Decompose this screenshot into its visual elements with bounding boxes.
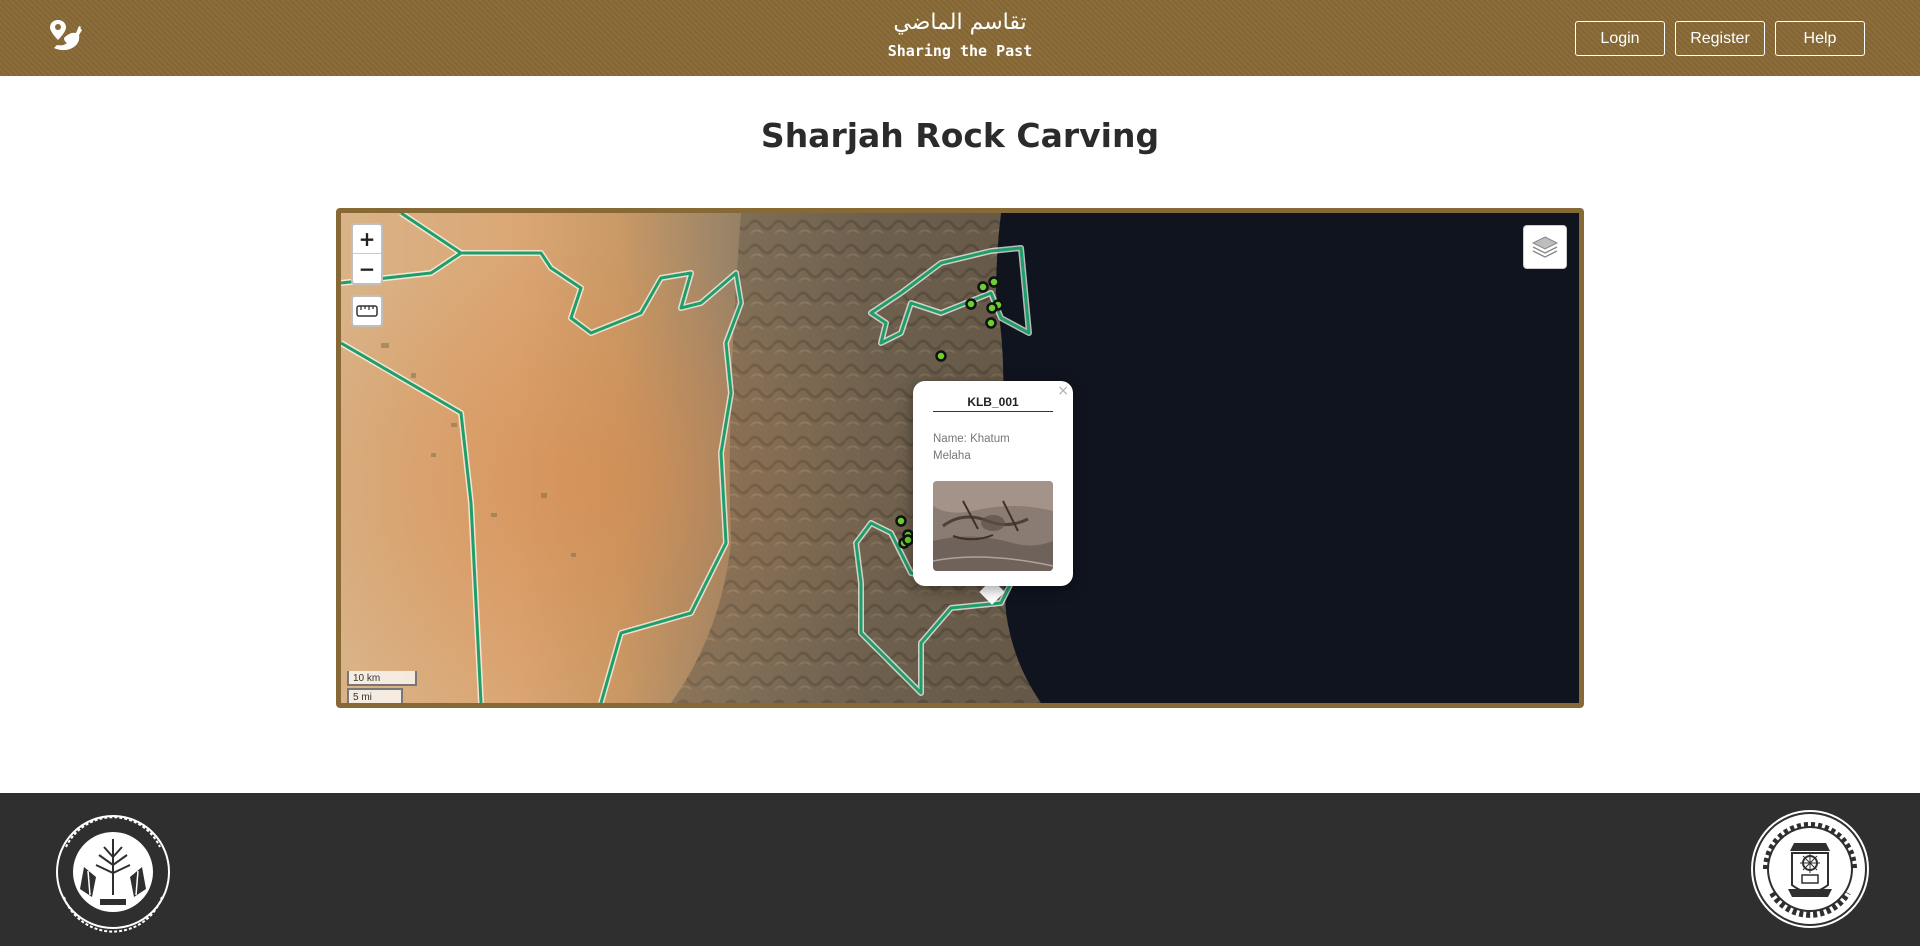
scale-bar-km: 10 km bbox=[347, 671, 417, 686]
map-container[interactable]: + − 10 km 5 mi × KLB_001 Name: Khatum Me… bbox=[336, 208, 1584, 708]
help-button[interactable]: Help bbox=[1775, 21, 1865, 56]
popup-site-name: Name: Khatum Melaha bbox=[933, 433, 1010, 462]
zoom-control: + − bbox=[351, 223, 383, 285]
site-popup: × KLB_001 Name: Khatum Melaha bbox=[913, 381, 1073, 586]
site-marker bbox=[965, 298, 977, 310]
site-marker bbox=[986, 302, 998, 314]
scale-bar-mi: 5 mi bbox=[347, 688, 403, 703]
site-marker bbox=[935, 350, 947, 362]
popup-title: KLB_001 bbox=[933, 395, 1053, 412]
site-marker bbox=[902, 534, 914, 546]
site-marker bbox=[988, 276, 1000, 288]
site-footer bbox=[0, 793, 1920, 946]
login-button[interactable]: Login bbox=[1575, 21, 1665, 56]
sharjah-archaeology-authority-logo[interactable] bbox=[44, 807, 182, 937]
site-marker bbox=[977, 281, 989, 293]
zoom-out-button[interactable]: − bbox=[353, 254, 381, 283]
site-marker bbox=[895, 515, 907, 527]
rock-carving-photo[interactable] bbox=[933, 481, 1053, 571]
page-title: Sharjah Rock Carving bbox=[760, 116, 1160, 155]
layers-control-button[interactable] bbox=[1523, 225, 1567, 269]
measure-tool-button[interactable] bbox=[351, 295, 383, 327]
layers-icon bbox=[1531, 236, 1559, 258]
register-button[interactable]: Register bbox=[1675, 21, 1765, 56]
site-header: تقاسم الماضي Sharing the Past Login Regi… bbox=[0, 0, 1920, 76]
ruler-icon bbox=[356, 305, 378, 317]
popup-close-button[interactable]: × bbox=[1057, 383, 1069, 399]
zoom-in-button[interactable]: + bbox=[353, 225, 381, 254]
site-marker bbox=[985, 317, 997, 329]
universidad-politecnica-madrid-logo[interactable] bbox=[1748, 807, 1872, 931]
